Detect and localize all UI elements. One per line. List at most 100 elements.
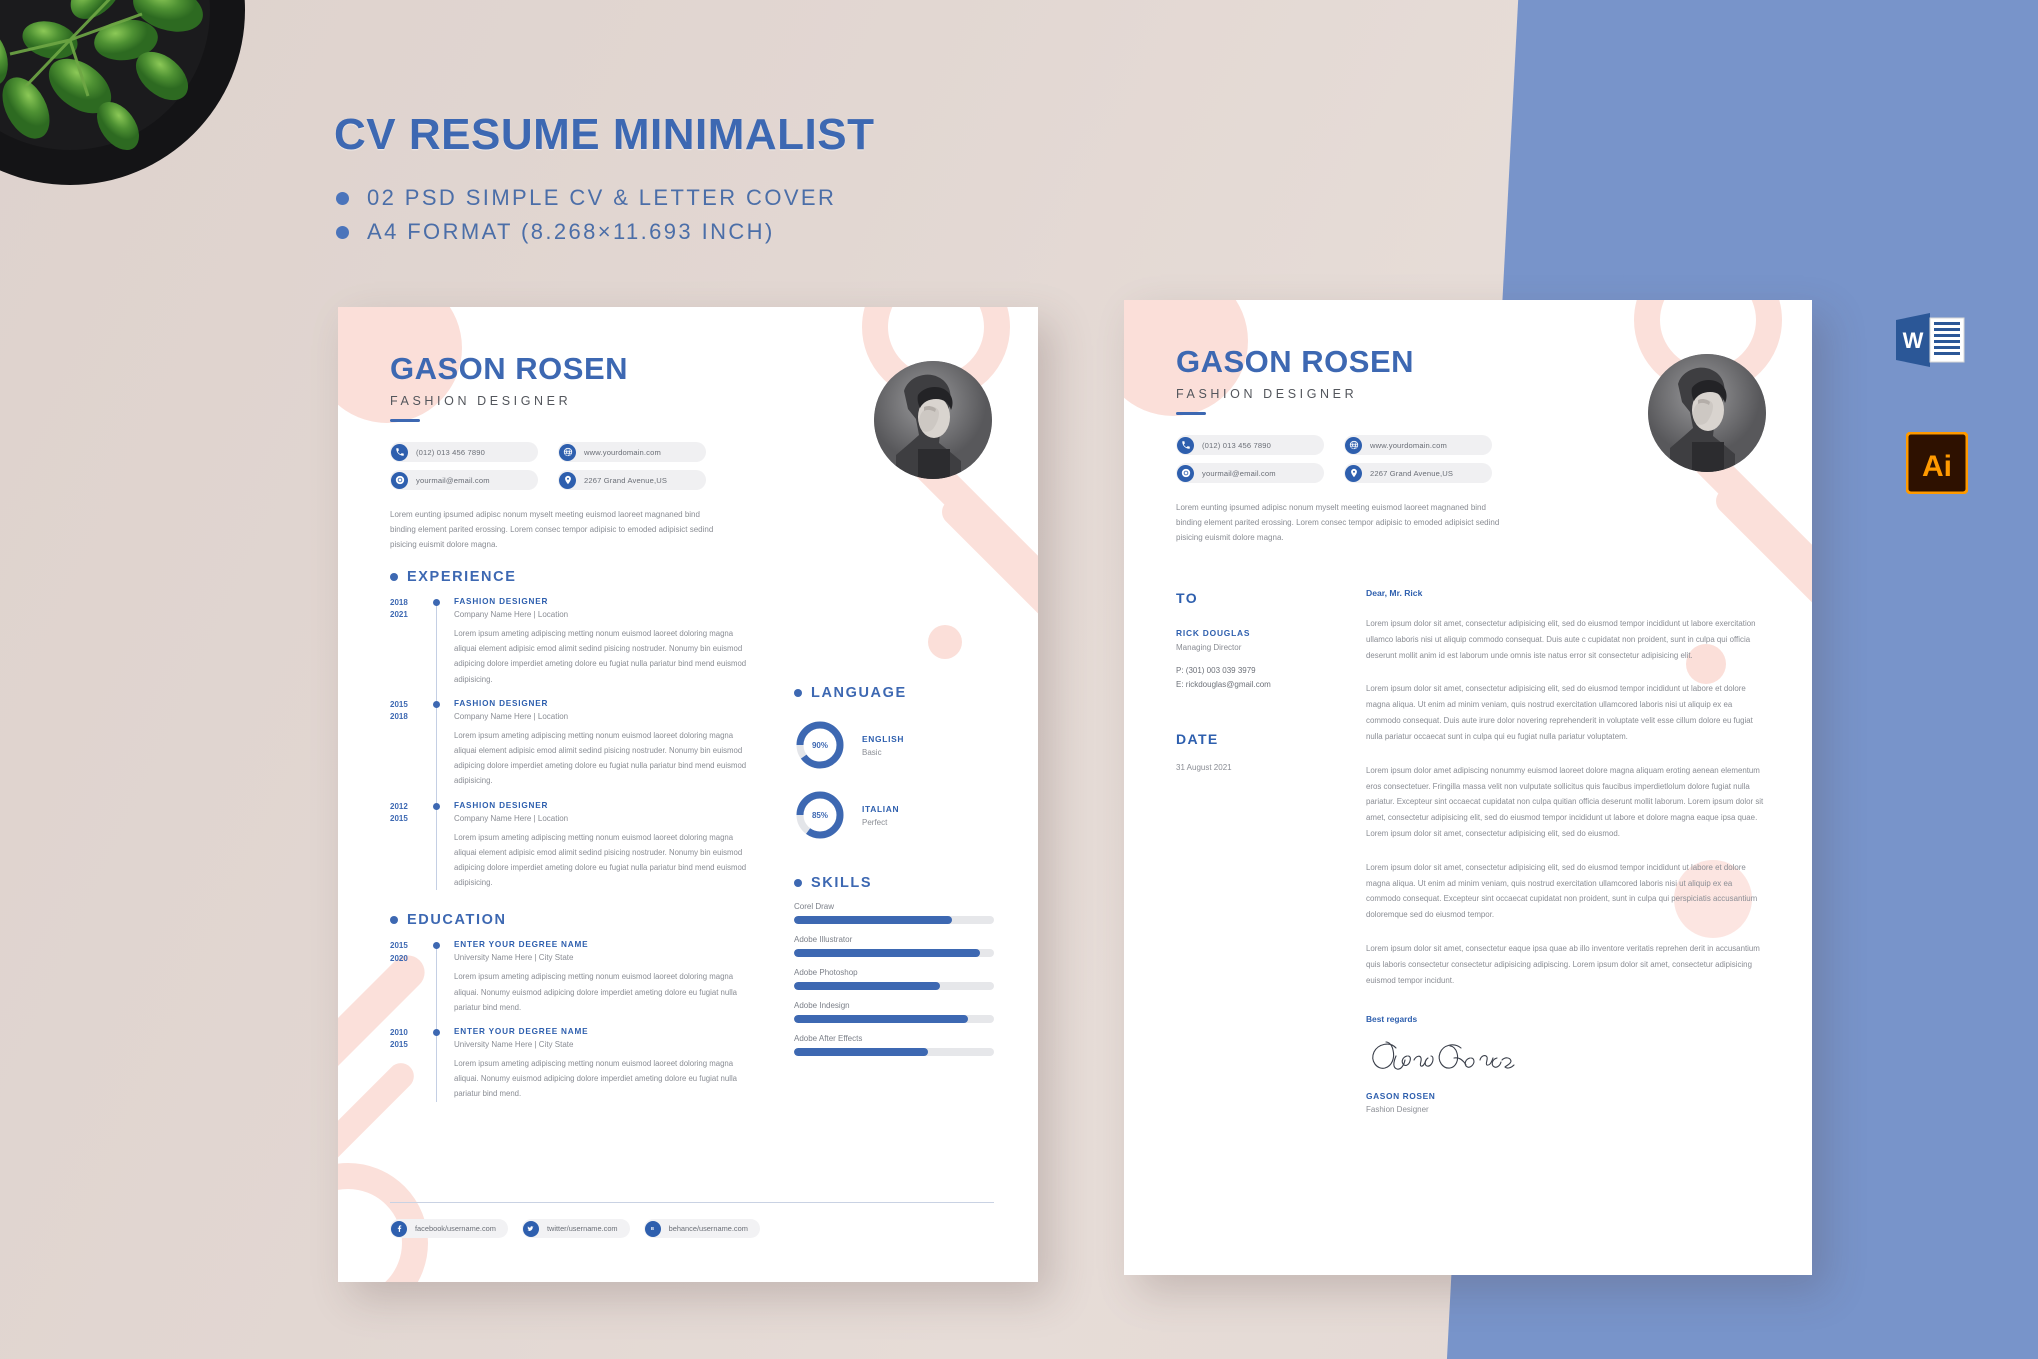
section-header-skills: SKILLS <box>794 875 994 891</box>
contact-website-text: www.yourdomain.com <box>584 447 661 457</box>
social-facebook[interactable]: facebook/username.com <box>390 1219 508 1238</box>
education-school: University Name Here | City State <box>454 953 574 963</box>
language-donut-chart: 90% <box>794 719 846 771</box>
section-title: LANGUAGE <box>811 685 907 701</box>
year-end: 2015 <box>390 1040 408 1050</box>
skill-fill <box>794 949 980 957</box>
year-start: 2015 <box>390 699 408 709</box>
contact-website[interactable]: www.yourdomain.com <box>558 442 706 462</box>
skill-track <box>794 982 994 990</box>
skill-label: Adobe Illustrator <box>794 935 853 944</box>
word-badge-label: W <box>1903 328 1924 353</box>
social-twitter-text: twitter/username.com <box>546 1224 618 1233</box>
timeline-knob-icon <box>433 802 440 810</box>
language-item: 90% ENGLISH Basic <box>794 719 994 771</box>
experience-body: FASHION DESIGNER Company Name Here | Loc… <box>454 699 754 789</box>
promo-bullet-item: 02 PSD SIMPLE CV & LETTER COVER <box>336 185 836 211</box>
year-end: 2015 <box>390 814 408 824</box>
contact-address[interactable]: 2267 Grand Avenue,US <box>558 470 706 490</box>
experience-role: FASHION DESIGNER <box>454 698 549 708</box>
year-start: 2015 <box>390 941 408 951</box>
language-meta: ENGLISH Basic <box>862 734 904 757</box>
skill-label: Adobe After Effects <box>794 1034 863 1043</box>
language-meta: ITALIAN Perfect <box>862 804 899 827</box>
cl-name-underline <box>1176 412 1206 415</box>
email-icon <box>1177 464 1194 482</box>
signature-mark <box>1372 1041 1515 1071</box>
globe-icon <box>1345 436 1362 454</box>
education-years: 2010 2015 <box>390 1027 432 1102</box>
language-donut-chart: 85% <box>794 789 846 841</box>
cover-letter-page[interactable]: GASON ROSEN FASHION DESIGNER (012) 013 4… <box>1124 300 1812 1275</box>
skill-item: Adobe Photoshop <box>794 968 994 990</box>
cl-recipient-name: RICK DOUGLAS <box>1176 628 1251 638</box>
social-behance[interactable]: B behance/username.com <box>643 1219 760 1238</box>
cl-salutation: Dear, Mr. Rick <box>1366 588 1423 598</box>
contact-phone[interactable]: (012) 013 456 7890 <box>1176 435 1324 455</box>
experience-description: Lorem ipsum ameting adipiscing metting n… <box>454 730 747 786</box>
phone-icon <box>391 443 408 461</box>
cl-paragraph: Lorem ipsum dolor sit amet, consectetur … <box>1366 684 1753 741</box>
cv-footer: facebook/username.com twitter/username.c… <box>390 1202 994 1238</box>
timeline-axis <box>432 597 454 701</box>
plant-decoration <box>0 0 250 210</box>
contact-phone[interactable]: (012) 013 456 7890 <box>390 442 538 462</box>
section-dot-icon <box>794 689 802 697</box>
timeline-knob-icon <box>433 700 440 708</box>
education-item: 2015 2020 ENTER YOUR DEGREE NAME Univers… <box>390 940 750 1029</box>
education-timeline: 2015 2020 ENTER YOUR DEGREE NAME Univers… <box>390 940 750 1102</box>
section-header-language: LANGUAGE <box>794 685 994 701</box>
experience-description: Lorem ipsum ameting adipiscing metting n… <box>454 832 747 888</box>
contact-address[interactable]: 2267 Grand Avenue,US <box>1344 463 1492 483</box>
experience-company: Company Name Here | Location <box>454 610 569 619</box>
education-description: Lorem ipsum ameting adipiscing metting n… <box>454 972 738 1012</box>
year-end: 2021 <box>390 610 408 620</box>
decor-dot <box>928 625 962 659</box>
timeline-knob-icon <box>433 942 440 950</box>
experience-years: 2012 2015 <box>390 801 432 891</box>
language-level: Basic <box>862 747 882 757</box>
social-facebook-text: facebook/username.com <box>415 1224 496 1233</box>
skill-label: Corel Draw <box>794 902 835 911</box>
year-start: 2012 <box>390 801 408 811</box>
experience-role: FASHION DESIGNER <box>454 800 549 810</box>
pin-icon <box>559 471 576 489</box>
contact-email-text: yourmail@email.com <box>1202 468 1276 478</box>
skill-fill <box>794 982 940 990</box>
social-links: facebook/username.com twitter/username.c… <box>390 1219 994 1238</box>
plant-svg <box>0 0 245 185</box>
contact-email[interactable]: yourmail@email.com <box>390 470 538 490</box>
experience-item: 2018 2021 FASHION DESIGNER Company Name … <box>390 597 750 701</box>
year-end: 2020 <box>390 953 408 963</box>
cl-paragraph: Lorem ipsum dolor sit amet, consectetur … <box>1366 619 1756 660</box>
page-title: CV RESUME MINIMALIST <box>334 110 875 159</box>
pin-icon <box>1345 464 1362 482</box>
social-twitter[interactable]: twitter/username.com <box>521 1219 630 1238</box>
cl-recipient-role: Managing Director <box>1176 643 1242 652</box>
skill-item: Adobe After Effects <box>794 1034 994 1056</box>
language-name: ITALIAN <box>862 803 900 814</box>
section-title: SKILLS <box>811 875 873 891</box>
contact-website[interactable]: www.yourdomain.com <box>1344 435 1492 455</box>
cv-page[interactable]: GASON ROSEN FASHION DESIGNER (012) 013 4… <box>338 307 1038 1282</box>
language-name: ENGLISH <box>862 733 905 744</box>
email-icon <box>391 471 408 489</box>
skill-label: Adobe Indesign <box>794 1001 850 1010</box>
experience-timeline: 2018 2021 FASHION DESIGNER Company Name … <box>390 597 750 891</box>
contact-address-text: 2267 Grand Avenue,US <box>584 475 668 485</box>
skill-item: Adobe Illustrator <box>794 935 994 957</box>
screenshot-stage: CV RESUME MINIMALIST 02 PSD SIMPLE CV & … <box>0 0 2038 1359</box>
year-start: 2018 <box>390 598 408 607</box>
cl-recipient-phone: P: (301) 003 039 3979 <box>1176 666 1256 675</box>
language-percent-label: 85% <box>811 810 828 820</box>
cv-left-column: EXPERIENCE 2018 2021 FASHION DESIGNER Co… <box>390 543 750 1114</box>
phone-icon <box>1177 436 1194 454</box>
education-degree: ENTER YOUR DEGREE NAME <box>454 1027 589 1037</box>
facebook-icon <box>391 1220 407 1237</box>
timeline-axis <box>432 940 454 1029</box>
experience-description: Lorem ipsum ameting adipiscing metting n… <box>454 629 747 684</box>
contact-email[interactable]: yourmail@email.com <box>1176 463 1324 483</box>
cl-left-column: TO RICK DOUGLAS Managing Director P: (30… <box>1176 590 1326 772</box>
cl-paragraph: Lorem ipsum dolor amet adipiscing nonumm… <box>1366 765 1764 838</box>
word-badge: W <box>1894 310 1968 370</box>
